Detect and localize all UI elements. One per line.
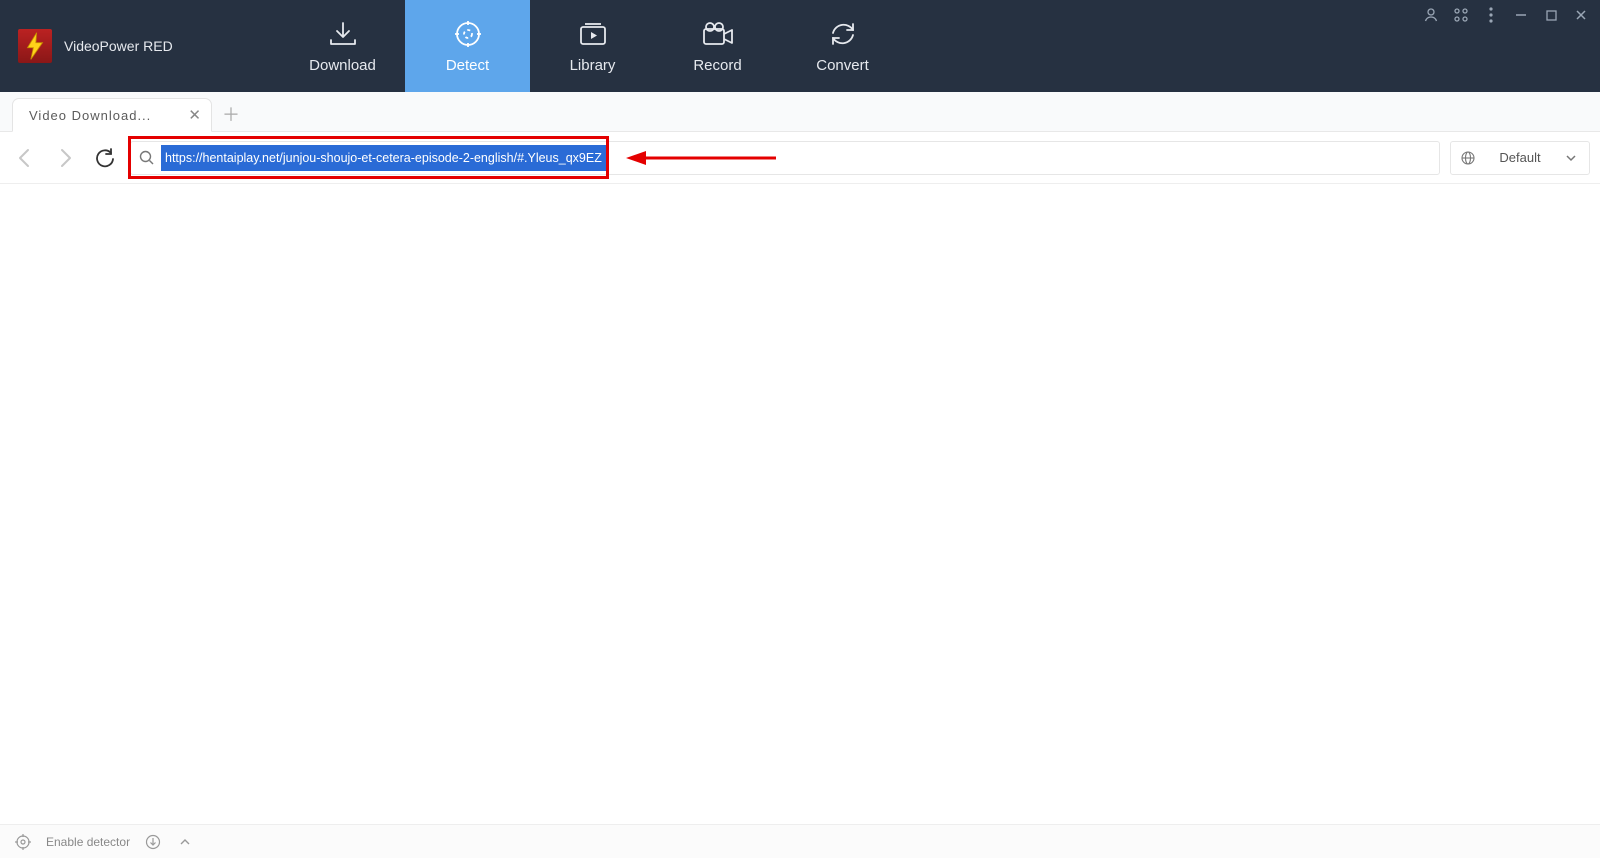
app-header: VideoPower RED Download Detect	[0, 0, 1600, 92]
apps-icon[interactable]	[1452, 6, 1470, 24]
browser-toolbar: https://hentaiplay.net/junjou-shoujo-et-…	[0, 132, 1600, 184]
tab-title: Video Download...	[29, 108, 178, 123]
address-bar[interactable]: https://hentaiplay.net/junjou-shoujo-et-…	[130, 141, 1440, 175]
nav-library-label: Library	[570, 57, 616, 74]
window-controls	[1422, 6, 1590, 24]
download-icon	[326, 19, 360, 49]
search-icon	[131, 150, 161, 165]
chevron-up-icon[interactable]	[176, 833, 194, 851]
nav-library[interactable]: Library	[530, 0, 655, 92]
detector-target-icon[interactable]	[14, 833, 32, 851]
nav-download-label: Download	[309, 57, 376, 74]
main-nav: Download Detect Library	[280, 0, 905, 92]
browser-tab[interactable]: Video Download... ✕	[12, 98, 212, 132]
quality-dropdown[interactable]: Default	[1450, 141, 1590, 175]
nav-record-label: Record	[693, 57, 741, 74]
download-indicator-icon[interactable]	[144, 833, 162, 851]
nav-record[interactable]: Record	[655, 0, 780, 92]
close-button[interactable]	[1572, 6, 1590, 24]
tab-strip: Video Download... ✕ ＋	[0, 92, 1600, 132]
detect-icon	[451, 19, 485, 49]
maximize-button[interactable]	[1542, 6, 1560, 24]
nav-convert[interactable]: Convert	[780, 0, 905, 92]
back-button[interactable]	[10, 143, 40, 173]
logo-area: VideoPower RED	[0, 0, 280, 92]
minimize-button[interactable]	[1512, 6, 1530, 24]
tab-close-icon[interactable]: ✕	[188, 106, 201, 124]
nav-convert-label: Convert	[816, 57, 869, 74]
app-title: VideoPower RED	[64, 38, 173, 54]
account-icon[interactable]	[1422, 6, 1440, 24]
forward-button[interactable]	[50, 143, 80, 173]
nav-download[interactable]: Download	[280, 0, 405, 92]
library-icon	[576, 19, 610, 49]
browser-viewport	[0, 184, 1600, 824]
reload-button[interactable]	[90, 143, 120, 173]
status-bar: Enable detector	[0, 824, 1600, 858]
convert-icon	[826, 19, 860, 49]
detector-label[interactable]: Enable detector	[46, 835, 130, 849]
app-logo-icon	[18, 29, 52, 63]
nav-detect[interactable]: Detect	[405, 0, 530, 92]
nav-detect-label: Detect	[446, 57, 489, 74]
menu-icon[interactable]	[1482, 6, 1500, 24]
new-tab-button[interactable]: ＋	[218, 101, 244, 127]
quality-selected-label: Default	[1499, 150, 1540, 165]
chevron-down-icon	[1565, 152, 1577, 164]
globe-icon	[1461, 151, 1475, 165]
record-icon	[701, 19, 735, 49]
